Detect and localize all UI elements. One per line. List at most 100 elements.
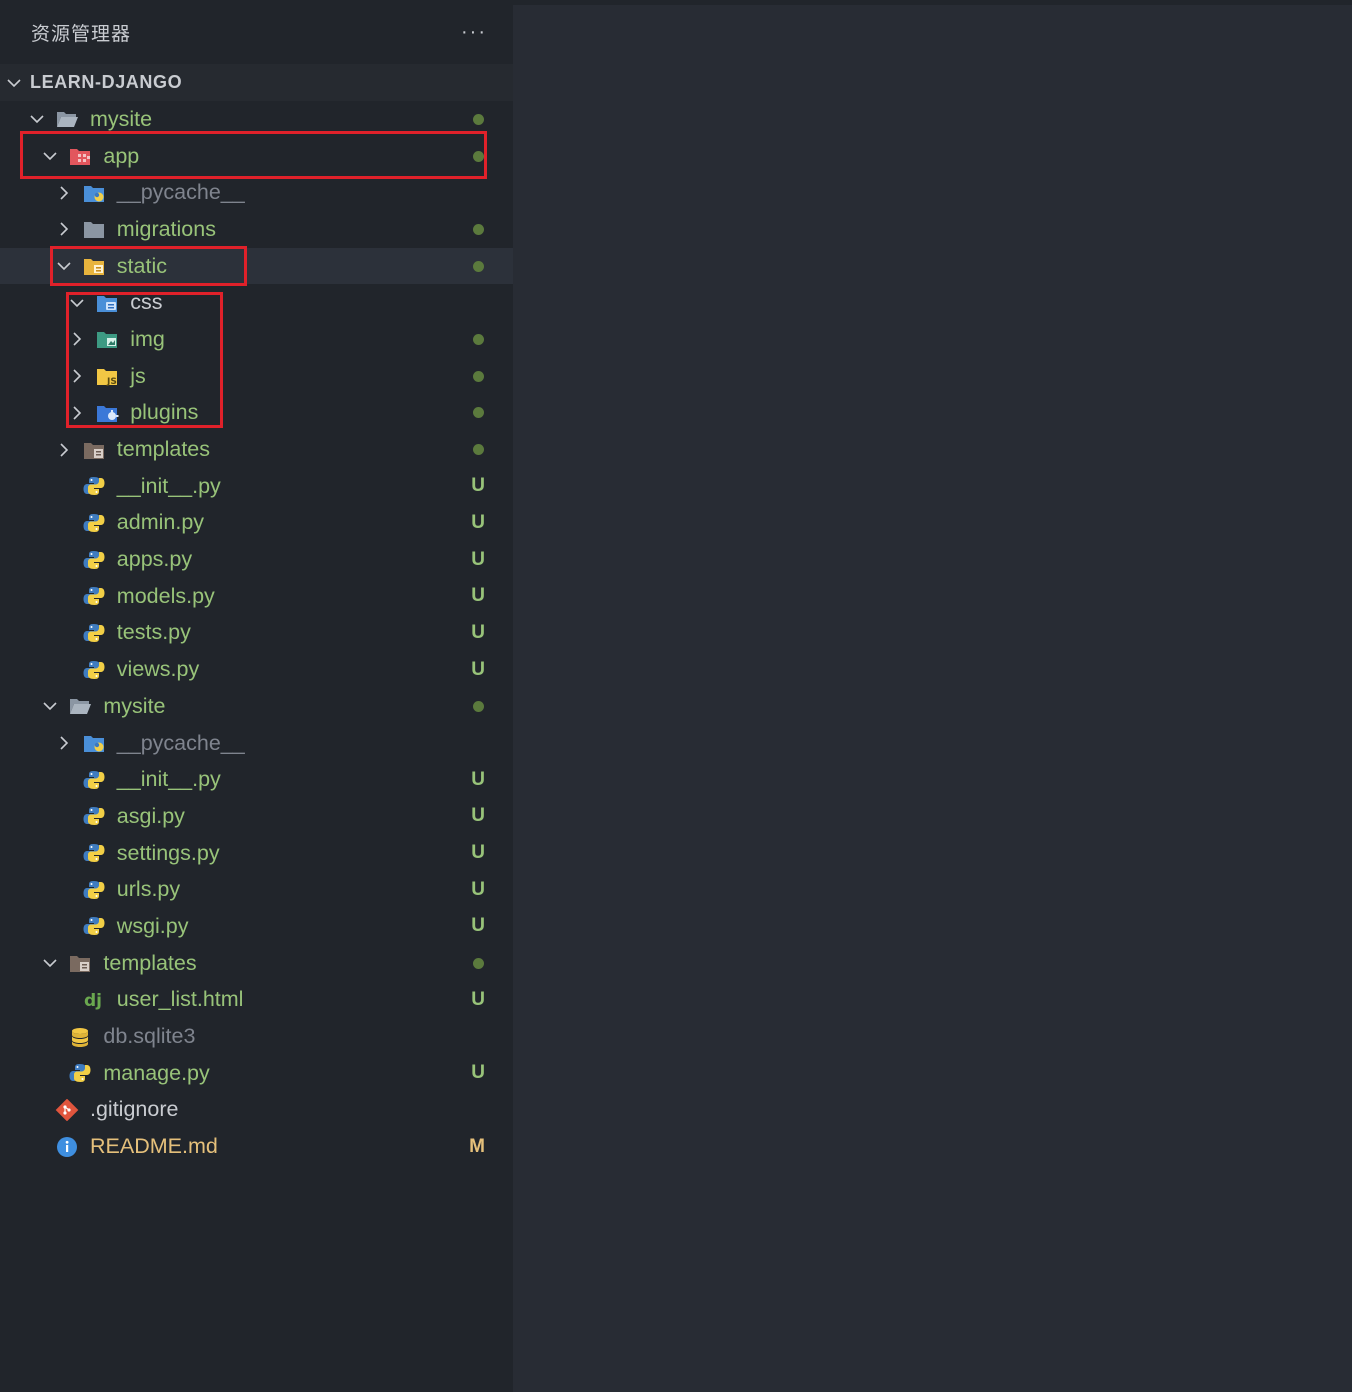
tree-file-row[interactable]: db.sqlite3 [0,1018,513,1055]
chevron-down-icon[interactable] [42,955,58,971]
git-modified-dot [473,358,485,395]
git-status-badge: U [471,768,485,790]
tree-folder-row[interactable]: plugins [0,395,513,432]
python-icon [68,1062,92,1084]
pycache-folder-icon [82,732,106,754]
python-icon [82,659,106,681]
tree-item-label: img [130,326,165,351]
svg-text:dj: dj [84,991,102,1011]
python-icon [82,805,106,827]
tree-item-label: user_list.html [116,987,244,1012]
tree-item-label: migrations [116,216,216,241]
tree-file-row[interactable]: wsgi.py U [0,908,513,945]
tree-file-row[interactable]: admin.py U [0,505,513,542]
python-icon [82,512,106,534]
app-folder-icon [68,145,92,167]
tree-item-label: mysite [103,693,166,718]
tree-file-row[interactable]: README.md M [0,1128,513,1165]
chevron-right-icon[interactable] [56,221,72,237]
tree-file-row[interactable]: urls.py U [0,871,513,908]
tree-file-row[interactable]: __init__.py U [0,468,513,505]
plugins-folder-icon [95,402,119,424]
workspace-section-header[interactable]: LEARN-DJANGO [0,64,513,101]
tree-file-row[interactable]: .gitignore [0,1092,513,1129]
git-modified-dot [473,101,485,138]
tree-item-label: settings.py [116,840,220,865]
tree-item-label: manage.py [103,1060,210,1085]
tree-folder-row[interactable]: css [0,284,513,321]
editor-area [513,5,1352,1392]
tree-folder-row[interactable]: static [0,247,513,285]
chevron-down-icon[interactable] [56,258,72,274]
tree-file-row[interactable]: asgi.py U [0,798,513,835]
chevron-right-icon[interactable] [56,735,72,751]
tree-file-row[interactable]: models.py U [0,578,513,615]
tree-item-label: admin.py [116,510,205,535]
chevron-right-icon[interactable] [69,368,85,384]
tree-item-label: js [130,363,146,388]
workspace-title: LEARN-DJANGO [30,72,183,92]
tree-item-label: plugins [130,400,199,425]
tree-item-label: tests.py [116,620,191,645]
tree-folder-row[interactable]: templates [0,945,513,982]
tree-item-label: __pycache__ [116,180,245,205]
tree-folder-row[interactable]: JS js [0,358,513,395]
git-modified-dot [473,945,485,982]
tree-folder-row[interactable]: img [0,321,513,358]
chevron-down-icon[interactable] [42,148,58,164]
chevron-down-icon [6,75,22,91]
pycache-folder-icon [82,182,106,204]
tree-file-row[interactable]: tests.py U [0,615,513,652]
git-modified-dot [473,688,485,725]
tree-item-label: .gitignore [90,1097,179,1122]
git-modified-dot [473,211,485,248]
tree-item-label: css [130,290,163,315]
chevron-down-icon[interactable] [29,111,45,127]
chevron-down-icon[interactable] [69,295,85,311]
tree-folder-row[interactable]: migrations [0,211,513,248]
chevron-right-icon[interactable] [69,331,85,347]
tree-item-label: asgi.py [116,803,185,828]
python-icon [82,769,106,791]
python-icon [82,842,106,864]
tree-folder-row[interactable]: mysite [0,101,513,138]
tree-file-row[interactable]: dj user_list.html U [0,982,513,1019]
tree-item-label: static [116,253,167,278]
js-folder-icon: JS [95,365,119,387]
git-icon [55,1098,79,1121]
chevron-right-icon[interactable] [69,405,85,421]
tree-folder-row[interactable]: mysite [0,688,513,725]
templates-folder-icon [68,952,92,974]
more-actions-icon[interactable]: ··· [461,21,487,44]
git-status-badge: U [471,988,485,1010]
explorer-title: 资源管理器 [31,23,132,45]
tree-item-label: apps.py [116,547,193,572]
python-icon [82,475,106,497]
git-status-badge: M [469,1135,485,1157]
folder-open-icon [55,108,79,130]
git-status-badge: U [471,658,485,680]
tree-item-label: models.py [116,583,215,608]
git-status-badge: U [471,1062,485,1084]
git-status-badge: U [471,585,485,607]
tree-item-label: __init__.py [116,767,221,792]
git-status-badge: U [471,878,485,900]
django-icon: dj [82,989,106,1011]
tree-file-row[interactable]: apps.py U [0,541,513,578]
tree-file-row[interactable]: settings.py U [0,835,513,872]
templates-folder-icon [82,439,106,461]
tree-file-row[interactable]: manage.py U [0,1055,513,1092]
git-status-badge: U [471,621,485,643]
tree-folder-row[interactable]: app [0,138,513,175]
tree-folder-row[interactable]: __pycache__ [0,174,513,211]
tree-folder-row[interactable]: templates [0,431,513,468]
tree-folder-row[interactable]: __pycache__ [0,725,513,762]
chevron-down-icon[interactable] [42,698,58,714]
tree-item-label: templates [103,950,197,975]
chevron-right-icon[interactable] [56,185,72,201]
tree-file-row[interactable]: __init__.py U [0,761,513,798]
python-icon [82,915,106,937]
git-status-badge: U [471,548,485,570]
chevron-right-icon[interactable] [56,442,72,458]
tree-file-row[interactable]: views.py U [0,651,513,688]
